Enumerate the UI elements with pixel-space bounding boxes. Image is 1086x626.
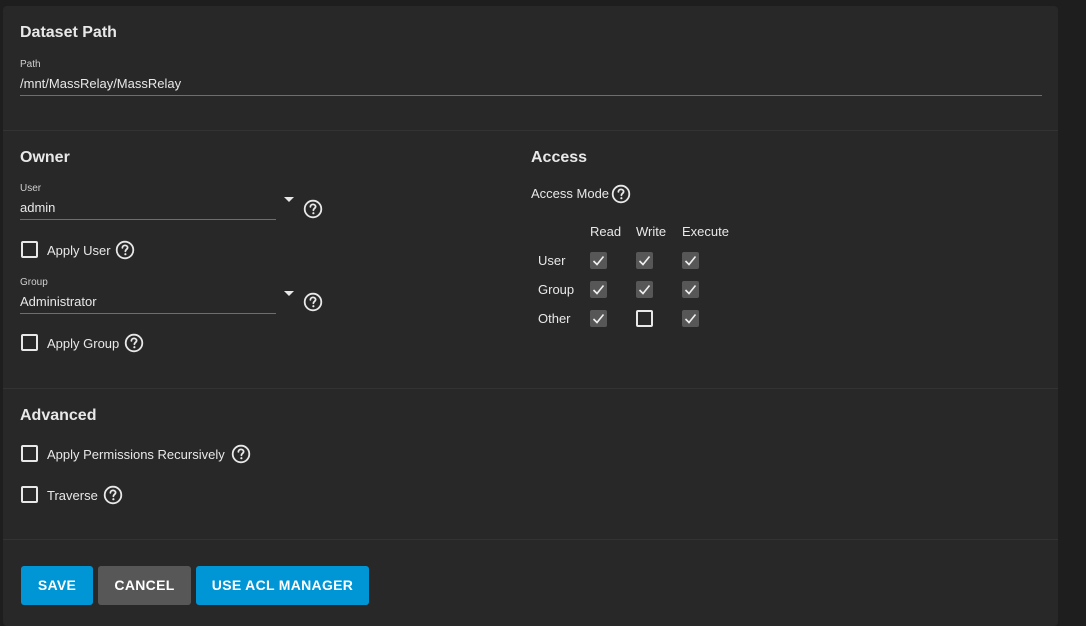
group-field-label: Group (20, 277, 48, 288)
user-execute-checkbox[interactable] (682, 252, 699, 269)
user-read-checkbox[interactable] (590, 252, 607, 269)
apply-user-label[interactable]: Apply User (47, 243, 111, 258)
group-read-checkbox[interactable] (590, 281, 607, 298)
path-field-underline (20, 95, 1042, 96)
column-header-read: Read (590, 224, 622, 239)
apply-recursively-label[interactable]: Apply Permissions Recursively (47, 447, 225, 462)
help-circle-icon[interactable] (124, 333, 144, 353)
column-header-execute: Execute (682, 224, 729, 239)
check-icon (592, 284, 605, 295)
section-divider (3, 130, 1058, 131)
other-execute-checkbox[interactable] (682, 310, 699, 327)
user-field-label: User (20, 183, 42, 194)
permissions-card: Dataset Path Path /mnt/MassRelay/MassRel… (3, 6, 1058, 626)
row-label-group: Group (538, 282, 575, 297)
help-circle-icon[interactable] (103, 485, 123, 505)
apply-group-checkbox[interactable] (21, 334, 38, 351)
access-title: Access (531, 149, 588, 166)
group-select[interactable]: Administrator (20, 294, 97, 309)
caret-down-icon[interactable] (284, 197, 294, 202)
apply-recursively-checkbox[interactable] (21, 445, 38, 462)
column-header-write: Write (636, 224, 667, 239)
user-write-checkbox[interactable] (636, 252, 653, 269)
check-icon (684, 284, 697, 295)
help-circle-icon[interactable] (231, 444, 251, 464)
group-select-underline (20, 313, 276, 314)
save-button[interactable]: SAVE (21, 566, 93, 605)
path-field[interactable]: /mnt/MassRelay/MassRelay (20, 76, 181, 91)
path-field-label: Path (20, 59, 41, 70)
check-icon (684, 255, 697, 266)
help-circle-icon[interactable] (611, 184, 631, 204)
advanced-title: Advanced (20, 407, 97, 424)
apply-user-checkbox[interactable] (21, 241, 38, 258)
group-execute-checkbox[interactable] (682, 281, 699, 298)
section-divider (3, 539, 1058, 540)
caret-down-icon[interactable] (284, 291, 294, 296)
owner-title: Owner (20, 149, 70, 166)
other-read-checkbox[interactable] (590, 310, 607, 327)
help-circle-icon[interactable] (303, 292, 323, 312)
user-select[interactable]: admin (20, 200, 55, 215)
user-select-underline (20, 219, 276, 220)
row-label-user: User (538, 253, 566, 268)
help-circle-icon[interactable] (115, 240, 135, 260)
check-icon (684, 313, 697, 324)
row-label-other: Other (538, 311, 571, 326)
check-icon (638, 255, 651, 266)
check-icon (638, 284, 651, 295)
help-circle-icon[interactable] (303, 199, 323, 219)
traverse-checkbox[interactable] (21, 486, 38, 503)
check-icon (592, 255, 605, 266)
use-acl-manager-button[interactable]: USE ACL MANAGER (196, 566, 369, 605)
apply-group-label[interactable]: Apply Group (47, 336, 119, 351)
check-icon (592, 313, 605, 324)
access-mode-label: Access Mode (531, 186, 610, 201)
traverse-label[interactable]: Traverse (47, 488, 98, 503)
section-divider (3, 388, 1058, 389)
other-write-checkbox[interactable] (636, 310, 653, 327)
cancel-button[interactable]: CANCEL (98, 566, 191, 605)
group-write-checkbox[interactable] (636, 281, 653, 298)
dataset-path-title: Dataset Path (20, 24, 117, 41)
